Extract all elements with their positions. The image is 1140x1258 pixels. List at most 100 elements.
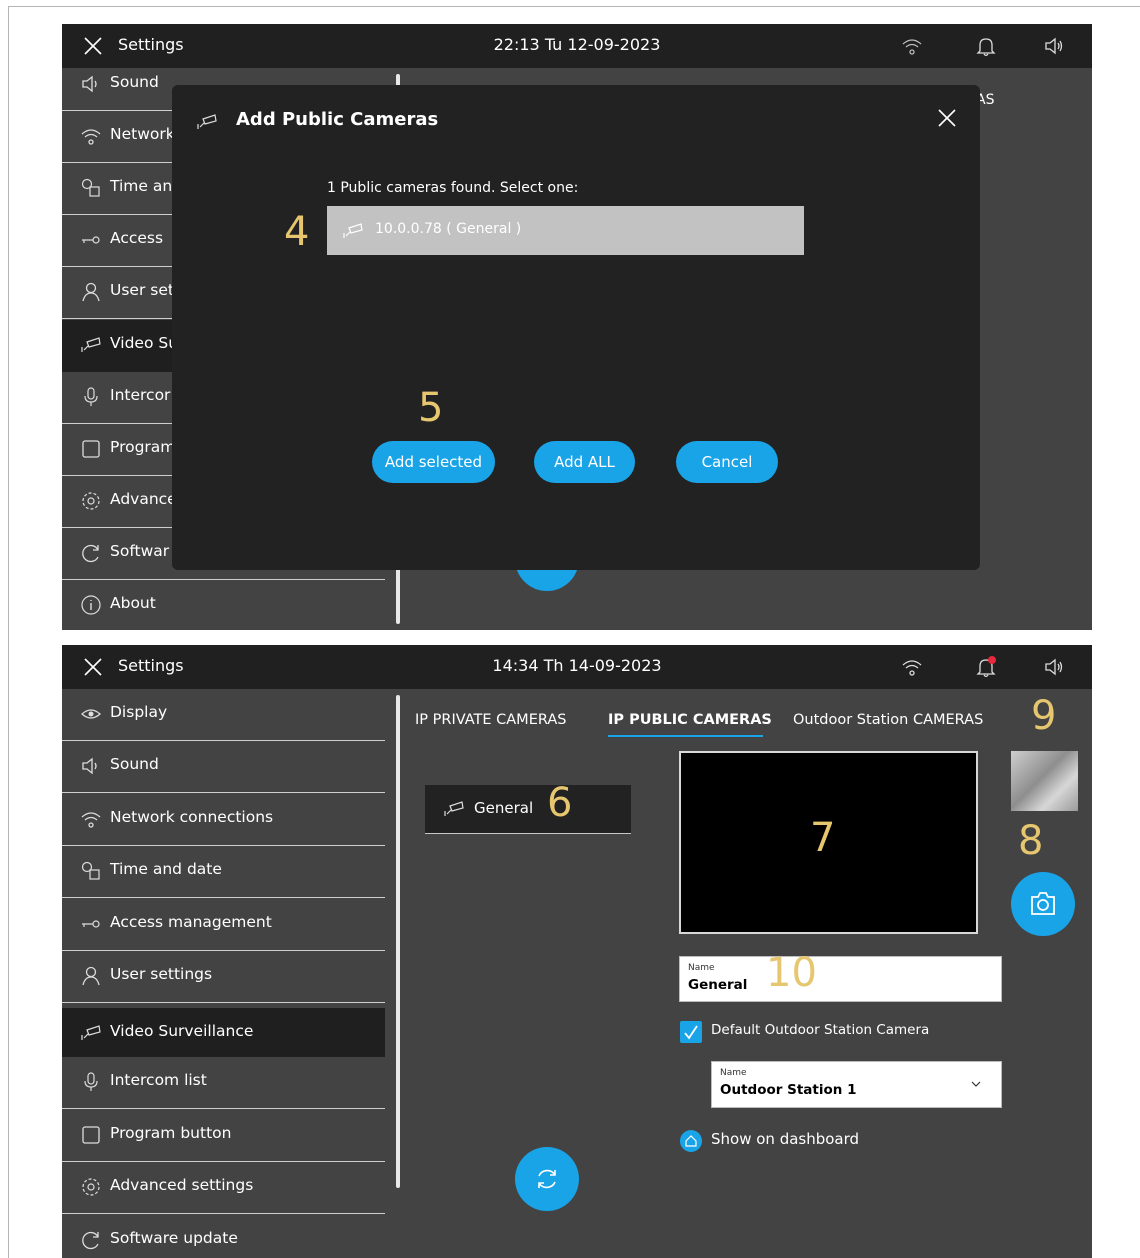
square-icon bbox=[82, 1126, 100, 1144]
key-icon bbox=[82, 236, 100, 244]
bell-icon[interactable] bbox=[974, 655, 998, 679]
speaker-icon[interactable] bbox=[1042, 655, 1066, 679]
sidebar-item-label: Intercom list bbox=[110, 1071, 207, 1089]
tab-ip-public-cameras[interactable]: IP PUBLIC CAMERAS bbox=[608, 712, 772, 728]
sidebar-item-user-settings[interactable]: User settings bbox=[62, 951, 385, 1003]
add-public-cameras-dialog: Add Public Cameras 1 Public cameras foun… bbox=[172, 85, 980, 570]
sidebar-item-access[interactable]: Access management bbox=[62, 899, 385, 951]
user-icon bbox=[82, 282, 100, 302]
sidebar-item-display[interactable]: Display bbox=[62, 689, 385, 741]
eye-icon bbox=[81, 709, 101, 719]
close-icon[interactable] bbox=[82, 35, 104, 57]
sidebar-item-label: Advance bbox=[110, 490, 177, 508]
home-icon bbox=[685, 1135, 697, 1147]
add-all-button[interactable]: Add ALL bbox=[534, 441, 635, 483]
sidebar-item-advanced-settings[interactable]: Advanced settings bbox=[62, 1162, 385, 1214]
clock-calendar-icon bbox=[81, 861, 100, 880]
tab-ip-private-cameras[interactable]: IP PRIVATE CAMERAS bbox=[415, 712, 566, 728]
name-field[interactable]: Name General bbox=[679, 956, 1002, 1002]
station-select-label: Name bbox=[720, 1068, 747, 1078]
refresh-icon bbox=[538, 1169, 556, 1189]
sidebar-item-sound[interactable]: Sound bbox=[62, 741, 385, 793]
sidebar-item-software-update[interactable]: Software update bbox=[62, 1215, 385, 1258]
outdoor-station-select[interactable]: Name Outdoor Station 1 bbox=[711, 1061, 1002, 1108]
annotation-8: 8 bbox=[1018, 818, 1044, 864]
wifi-icon[interactable] bbox=[900, 655, 924, 679]
sidebar-item-label: Network bbox=[110, 125, 175, 143]
snapshot-thumbnail[interactable] bbox=[1011, 751, 1078, 811]
sidebar-item-label: Video Su bbox=[110, 334, 179, 352]
sidebar-item-label: Sound bbox=[110, 73, 159, 91]
sidebar-item-label: User set bbox=[110, 281, 174, 299]
default-camera-label: Default Outdoor Station Camera bbox=[711, 1022, 930, 1038]
screen-add-public-cameras: Settings 22:13 Tu 12-09-2023 Sound Netwo… bbox=[62, 24, 1092, 630]
speaker-icon bbox=[82, 757, 97, 775]
refresh-icon bbox=[82, 1231, 99, 1250]
sidebar-item-label: Video Surveillance bbox=[110, 1022, 254, 1040]
cancel-button[interactable]: Cancel bbox=[676, 441, 778, 483]
camera-snapshot-icon bbox=[1031, 892, 1055, 915]
speaker-icon[interactable] bbox=[1042, 34, 1066, 58]
check-icon bbox=[684, 1025, 698, 1040]
gear-icon bbox=[82, 492, 100, 510]
clock: 22:13 Tu 12-09-2023 bbox=[493, 35, 661, 54]
close-icon[interactable] bbox=[936, 107, 958, 129]
camera-option-label: 10.0.0.78 ( General ) bbox=[375, 221, 522, 237]
show-on-dashboard-toggle[interactable] bbox=[680, 1130, 702, 1152]
name-field-value: General bbox=[688, 977, 748, 993]
user-icon bbox=[82, 966, 100, 986]
sidebar-scrollbar[interactable] bbox=[396, 695, 400, 1188]
annotation-7: 7 bbox=[810, 815, 836, 861]
camera-icon bbox=[81, 337, 101, 352]
snapshot-button[interactable] bbox=[1011, 872, 1075, 936]
camera-option[interactable]: 10.0.0.78 ( General ) bbox=[327, 206, 804, 255]
sidebar-item-label: Sound bbox=[110, 755, 159, 773]
sidebar-item-label: Access bbox=[110, 229, 164, 247]
station-select-value: Outdoor Station 1 bbox=[720, 1082, 857, 1098]
name-field-label: Name bbox=[688, 963, 715, 973]
sidebar-item-label: Program bbox=[110, 438, 176, 456]
annotation-6: 6 bbox=[547, 780, 573, 826]
close-icon[interactable] bbox=[82, 656, 104, 678]
sidebar-item-label: Network connections bbox=[110, 808, 274, 826]
camera-list-item-label: General bbox=[474, 799, 534, 817]
wifi-icon[interactable] bbox=[900, 34, 924, 58]
camera-list-item[interactable]: General bbox=[425, 785, 631, 834]
sidebar-item-time-date[interactable]: Time and date bbox=[62, 846, 385, 898]
camera-icon bbox=[81, 1025, 101, 1040]
bell-icon[interactable] bbox=[974, 34, 998, 58]
sidebar-item-label: Softwar bbox=[110, 542, 170, 560]
sidebar-item-label: User settings bbox=[110, 965, 213, 983]
sidebar-item-label: Program button bbox=[110, 1124, 232, 1142]
sidebar-item-label: Time and date bbox=[110, 860, 222, 878]
sidebar-item-label: Display bbox=[110, 703, 168, 721]
add-selected-button[interactable]: Add selected bbox=[372, 441, 495, 483]
refresh-icon bbox=[82, 544, 99, 563]
sidebar-item-label: Time an bbox=[110, 177, 173, 195]
sidebar-item-intercom-list[interactable]: Intercom list bbox=[62, 1057, 385, 1109]
wifi-icon bbox=[81, 812, 101, 828]
app-title: Settings bbox=[118, 656, 184, 675]
settings-sidebar: Display Sound Network connections Time a… bbox=[62, 689, 385, 1258]
camera-icon bbox=[343, 223, 363, 238]
microphone-icon bbox=[84, 1072, 98, 1091]
clock-calendar-icon bbox=[81, 178, 100, 197]
wifi-icon bbox=[81, 129, 101, 145]
sidebar-item-label: Software update bbox=[110, 1229, 238, 1247]
top-bar: Settings 14:34 Th 14-09-2023 bbox=[62, 645, 1092, 689]
sidebar-item-label: About bbox=[110, 594, 156, 612]
refresh-button[interactable] bbox=[515, 1147, 579, 1211]
tab-outdoor-station-cameras[interactable]: Outdoor Station CAMERAS bbox=[793, 712, 983, 728]
show-on-dashboard-label: Show on dashboard bbox=[711, 1130, 860, 1148]
sidebar-item-video-surveillance[interactable]: Video Surveillance bbox=[62, 1008, 385, 1057]
info-icon bbox=[81, 595, 101, 615]
camera-icon bbox=[197, 114, 217, 129]
annotation-10: 10 bbox=[766, 950, 817, 996]
sidebar-item-about[interactable]: About bbox=[62, 580, 385, 630]
sidebar-item-network[interactable]: Network connections bbox=[62, 794, 385, 846]
square-icon bbox=[82, 440, 100, 458]
default-camera-checkbox[interactable] bbox=[680, 1021, 702, 1043]
app-title: Settings bbox=[118, 35, 184, 54]
chevron-down-icon bbox=[971, 1081, 981, 1087]
sidebar-item-program-button[interactable]: Program button bbox=[62, 1110, 385, 1162]
